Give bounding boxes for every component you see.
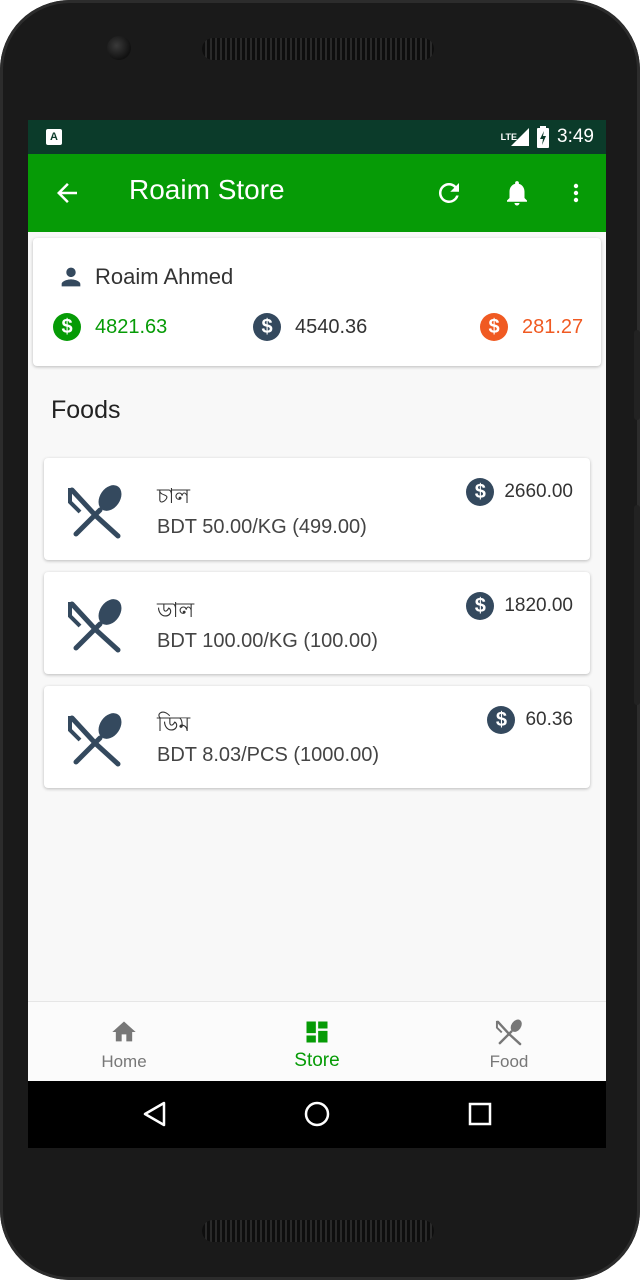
arrow-back-icon[interactable] xyxy=(52,178,82,208)
balance-value: 281.27 xyxy=(522,315,584,338)
balance-total: $ 4540.36 xyxy=(253,313,367,341)
back-triangle-icon[interactable] xyxy=(140,1099,170,1129)
person-icon xyxy=(61,267,81,287)
front-camera xyxy=(107,36,131,60)
system-navigation-bar xyxy=(28,1081,606,1148)
restaurant-icon xyxy=(495,1019,522,1046)
dollar-icon: $ xyxy=(487,706,516,734)
balance-income: $ 4821.63 xyxy=(53,313,167,341)
food-total: $ 2660.00 xyxy=(466,478,573,506)
volume-button xyxy=(634,505,640,705)
food-total-value: 1820.00 xyxy=(504,595,573,616)
top-speaker xyxy=(202,38,434,60)
dashboard-icon xyxy=(306,1021,328,1043)
dollar-icon: $ xyxy=(53,313,81,341)
nav-home[interactable]: Home xyxy=(49,1002,199,1082)
dollar-icon: $ xyxy=(466,478,495,506)
food-item[interactable]: চাল BDT 50.00/KG (499.00) $ 2660.00 xyxy=(44,458,590,560)
bottom-navigation: Home Store Food xyxy=(28,1001,606,1082)
bell-icon[interactable] xyxy=(502,178,532,208)
more-vert-icon[interactable] xyxy=(564,178,588,208)
home-icon xyxy=(112,1021,136,1042)
status-icons: LTE 3:49 xyxy=(501,120,594,154)
food-total: $ 60.36 xyxy=(487,706,573,734)
page-title: Roaim Store xyxy=(129,174,285,205)
refresh-icon[interactable] xyxy=(434,178,464,208)
account-summary-card: Roaim Ahmed $ 4821.63 $ 4540.36 $ 281.27 xyxy=(33,238,601,366)
food-name: ডাল xyxy=(157,598,195,622)
balance-value: 4540.36 xyxy=(295,315,368,338)
app-bar: Roaim Store xyxy=(28,154,606,232)
nav-label: Food xyxy=(489,1052,529,1071)
section-title: Foods xyxy=(51,396,121,424)
restaurant-icon xyxy=(68,485,122,539)
power-button xyxy=(634,330,640,420)
account-name: Roaim Ahmed xyxy=(95,264,234,289)
food-total-value: 2660.00 xyxy=(504,481,573,502)
food-total: $ 1820.00 xyxy=(466,592,573,620)
recents-square-icon[interactable] xyxy=(465,1099,495,1129)
food-price-line: BDT 8.03/PCS (1000.00) xyxy=(157,744,379,766)
clock: 3:49 xyxy=(557,126,594,147)
restaurant-icon xyxy=(68,713,122,767)
food-item[interactable]: ডাল BDT 100.00/KG (100.00) $ 1820.00 xyxy=(44,572,590,674)
nav-label: Home xyxy=(101,1052,147,1071)
notification-app-icon: A xyxy=(46,129,62,145)
nav-label: Store xyxy=(294,1050,340,1071)
dollar-icon: $ xyxy=(480,313,508,341)
status-bar: A LTE 3:49 xyxy=(28,120,606,154)
balance-due: $ 281.27 xyxy=(480,313,583,341)
food-price-line: BDT 50.00/KG (499.00) xyxy=(157,516,367,538)
nav-store[interactable]: Store xyxy=(242,1002,392,1082)
food-name: ডিম xyxy=(157,712,191,736)
phone-frame: A LTE 3:49 Roaim Store Roaim Ahmed $ 482… xyxy=(0,0,640,1280)
restaurant-icon xyxy=(68,599,122,653)
lte-label: LTE xyxy=(500,132,518,142)
app-screen: A LTE 3:49 Roaim Store Roaim Ahmed $ 482… xyxy=(28,120,606,1148)
battery-charging-icon xyxy=(537,126,550,148)
balance-value: 4821.63 xyxy=(95,315,168,338)
dollar-icon: $ xyxy=(466,592,495,620)
food-name: চাল xyxy=(157,484,191,508)
food-total-value: 60.36 xyxy=(525,709,573,730)
bottom-speaker xyxy=(202,1220,434,1242)
home-circle-icon[interactable] xyxy=(302,1099,332,1129)
dollar-icon: $ xyxy=(253,313,281,341)
food-item[interactable]: ডিম BDT 8.03/PCS (1000.00) $ 60.36 xyxy=(44,686,590,788)
nav-food[interactable]: Food xyxy=(434,1002,584,1082)
food-price-line: BDT 100.00/KG (100.00) xyxy=(157,630,378,652)
